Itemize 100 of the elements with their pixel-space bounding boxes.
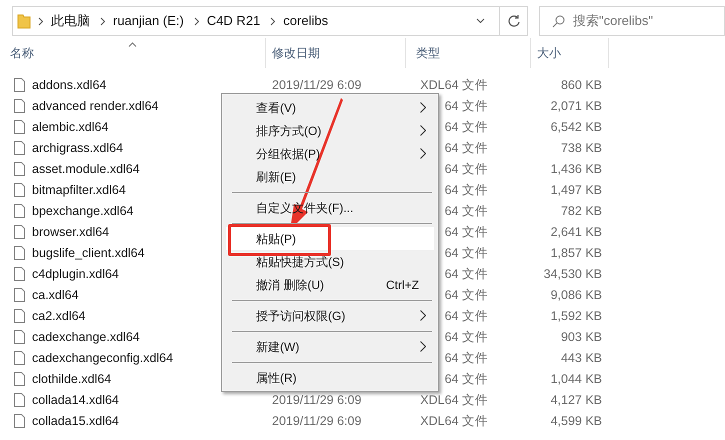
folder-icon [17,13,31,29]
file-name[interactable]: alembic.xdl64 [32,118,108,137]
type-cell-text: 64 文件 [444,119,488,136]
file-icon [14,288,25,302]
size-cell-text: 1,044 KB [550,371,602,388]
type-cell-text: 64 文件 [444,371,488,388]
column-header[interactable]: 类型 [416,44,440,62]
size-cell-text: 1,592 KB [550,308,602,326]
date-cell-text: 2019/11/29 6:09 [272,413,362,430]
file-icon [14,309,25,323]
type-cell-text: 64 文件 [444,98,488,116]
type-cell-text: 64 文件 [444,203,488,220]
breadcrumb-item[interactable]: corelibs [283,11,328,31]
date-cell-text: 2019/11/29 6:09 [272,392,362,410]
type-cell-text: 64 文件 [444,266,488,284]
menu-item[interactable]: 属性(R) [222,366,438,389]
size-cell-text: 34,530 KB [544,266,602,284]
search-placeholder: 搜索"corelibs" [573,12,654,30]
file-icon [14,141,25,155]
menu-item[interactable]: 分组依据(P) [222,142,438,165]
file-icon [14,372,25,386]
breadcrumb-item[interactable]: 此电脑 [51,11,90,31]
size-cell-text: 860 KB [560,77,602,94]
file-name[interactable]: collada15.xdl64 [32,412,119,431]
type-cell-text: 64 文件 [444,161,488,178]
size-cell-text: 4,599 KB [550,413,602,430]
size-cell-text: 443 KB [560,350,602,368]
file-name[interactable]: browser.xdl64 [32,223,110,242]
type-cell-text: 64 文件 [444,350,488,368]
file-icon [14,120,25,134]
file-icon [14,183,25,197]
menu-item[interactable]: 查看(V) [222,96,438,119]
file-name[interactable]: asset.module.xdl64 [32,160,140,179]
size-cell-text: 903 KB [560,329,602,346]
chevron-icon[interactable] [38,16,44,26]
file-name[interactable]: bugslife_client.xdl64 [32,244,145,263]
size-cell-text: 1,857 KB [550,245,602,262]
address-bar[interactable]: 此电脑 ruanjian (E:) C4D R21 corelibs [12,6,500,36]
menu-item[interactable]: 刷新(E) [222,165,438,188]
size-cell-text: 1,436 KB [550,161,602,178]
file-name[interactable]: bitmapfilter.xdl64 [32,181,126,200]
size-cell-text: 1,497 KB [550,182,602,200]
type-cell-text: 64 文件 [444,224,488,242]
file-name[interactable]: ca2.xdl64 [32,307,86,326]
file-icon [14,246,25,260]
type-cell-text: 64 文件 [444,182,488,200]
file-name[interactable]: advanced render.xdl64 [32,97,158,116]
date-cell-text: 2019/11/29 6:09 [272,77,362,94]
search-icon [552,14,565,28]
file-name[interactable]: cadexchangeconfig.xdl64 [32,349,174,368]
file-icon [14,393,25,407]
file-icon [14,267,25,281]
type-cell-text: 64 文件 [444,287,488,304]
size-cell-text: 6,542 KB [550,119,602,136]
refresh-icon [506,14,520,28]
type-cell-text: 64 文件 [444,329,488,346]
file-name[interactable]: clothilde.xdl64 [32,370,112,389]
size-cell-text: 4,127 KB [550,392,602,410]
menu-item[interactable]: 粘贴(P) [226,227,434,250]
column-header[interactable]: 大小 [537,44,561,62]
file-name[interactable]: c4dplugin.xdl64 [32,265,119,284]
file-name[interactable]: bpexchange.xdl64 [32,202,134,221]
file-icon [14,225,25,239]
file-name[interactable]: cadexchange.xdl64 [32,328,140,347]
search-field[interactable]: 搜索"corelibs" [539,6,725,36]
size-cell-text: 738 KB [560,140,602,158]
type-cell-text: XDL64 文件 [420,392,488,410]
size-cell-text: 2,071 KB [550,98,602,116]
chevron-icon[interactable] [100,16,106,26]
size-cell-text: 782 KB [560,203,602,220]
file-icon [14,351,25,365]
file-icon [14,330,25,344]
breadcrumb-item[interactable]: C4D R21 [206,11,260,31]
refresh-button[interactable] [500,6,528,36]
type-cell-text: XDL64 文件 [420,77,488,94]
file-icon [14,78,25,92]
type-cell-text: XDL64 文件 [420,413,488,430]
menu-item[interactable]: 新建(W) [222,335,438,358]
file-name[interactable]: addons.xdl64 [32,76,106,95]
chevron-icon[interactable] [194,16,200,26]
file-icon [14,99,25,113]
column-header[interactable]: 修改日期 [272,44,320,62]
file-icon [14,204,25,218]
menu-item[interactable]: 撤消 删除(U) Ctrl+Z [222,273,438,296]
file-icon [14,414,25,428]
menu-item[interactable]: 授予访问权限(G) [222,304,438,327]
sort-caret-icon [128,42,137,47]
file-name[interactable]: archigrass.xdl64 [32,139,124,158]
breadcrumb-item[interactable]: ruanjian (E:) [113,11,184,31]
type-cell-text: 64 文件 [444,308,488,326]
menu-item[interactable]: 排序方式(O) [222,119,438,142]
dropdown-icon[interactable] [476,18,485,24]
file-icon [14,162,25,176]
size-cell-text: 2,641 KB [550,224,602,242]
file-name[interactable]: ca.xdl64 [32,286,79,305]
file-name[interactable]: collada14.xdl64 [32,391,119,410]
type-cell-text: 64 文件 [444,140,488,158]
column-header[interactable]: 名称 [10,44,34,62]
size-cell-text: 9,086 KB [550,287,602,304]
chevron-icon[interactable] [270,16,276,26]
